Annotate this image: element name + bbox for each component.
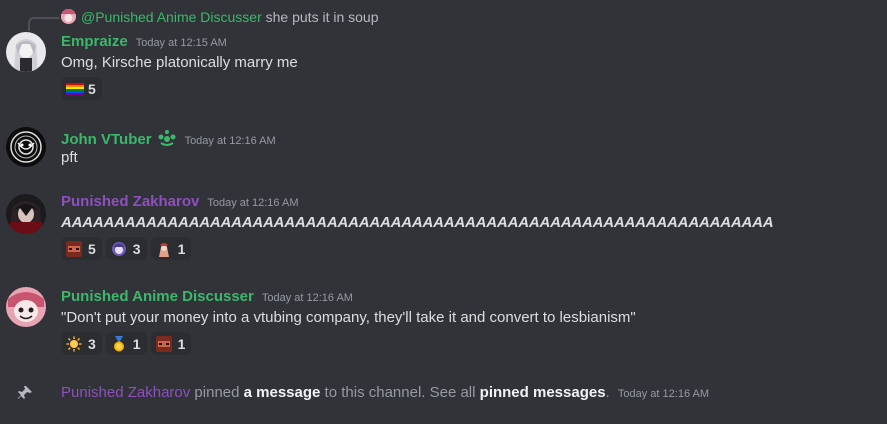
reaction-count: 1 <box>177 335 186 352</box>
timestamp[interactable]: Today at 12:16 AM <box>262 292 353 304</box>
avatar[interactable] <box>6 32 46 72</box>
reaction-count: 5 <box>88 80 96 97</box>
reaction[interactable]: 1 <box>105 332 147 355</box>
reactions: 3 1 1 <box>61 332 192 355</box>
pinned-message-link[interactable]: a message <box>244 384 321 401</box>
message: Punished Zakharov Today at 12:16 AM AAAA… <box>0 190 887 262</box>
message: Punished Anime Discusser Today at 12:16 … <box>0 285 887 357</box>
reaction[interactable]: 5 <box>61 77 102 100</box>
custom-emoji-red-icon <box>66 240 82 257</box>
system-message-pinned: Punished Zakharov pinned a message to th… <box>0 380 887 404</box>
message-content: "Don't put your money into a vtubing com… <box>61 309 636 326</box>
reaction-count: 5 <box>88 240 96 257</box>
medal-icon <box>111 335 127 352</box>
reaction-count: 3 <box>88 335 96 352</box>
reply-text[interactable]: @Punished Anime Discusser she puts it in… <box>81 8 379 26</box>
author-name[interactable]: John VTuber <box>61 130 152 150</box>
pinned-messages-link[interactable]: pinned messages <box>480 384 606 401</box>
author-name[interactable]: Punished Anime Discusser <box>61 287 254 307</box>
reaction-count: 1 <box>132 335 141 352</box>
reaction[interactable]: 1 <box>150 332 192 355</box>
custom-emoji-red-icon <box>155 335 172 352</box>
message-content: pft <box>61 149 78 166</box>
reply-reference[interactable]: @Punished Anime Discusser she puts it in… <box>0 0 887 34</box>
reply-spine <box>28 17 59 31</box>
reaction[interactable]: 3 <box>105 237 147 260</box>
message-header: Punished Anime Discusser Today at 12:16 … <box>61 287 353 307</box>
pin-text-1: pinned <box>194 384 240 401</box>
message-content: Omg, Kirsche platonically marry me <box>61 54 298 71</box>
message: Empraize Today at 12:15 AM Omg, Kirsche … <box>0 30 887 102</box>
rainbow-flag-icon <box>66 81 84 97</box>
sun-icon <box>66 336 82 352</box>
reactions: 5 <box>61 77 102 100</box>
reply-content: she puts it in soup <box>265 9 379 25</box>
reaction[interactable]: 3 <box>61 332 102 355</box>
message: John VTuber Today at 12:16 AM pft <box>0 124 887 174</box>
timestamp[interactable]: Today at 12:16 AM <box>207 197 298 209</box>
reply-avatar[interactable] <box>61 9 76 24</box>
pin-text-2: to this channel. See all <box>324 384 476 401</box>
pin-text: Punished Zakharov pinned a message to th… <box>61 383 709 404</box>
reaction-count: 1 <box>177 240 186 257</box>
reply-author[interactable]: @Punished Anime Discusser <box>81 9 262 25</box>
avatar[interactable] <box>6 127 46 167</box>
author-name[interactable]: Punished Zakharov <box>61 192 199 212</box>
timestamp[interactable]: Today at 12:15 AM <box>136 37 227 49</box>
message-header: John VTuber Today at 12:16 AM <box>61 126 276 150</box>
reaction-count: 3 <box>132 240 141 257</box>
reactions: 5 3 1 <box>61 237 192 260</box>
reaction[interactable]: 5 <box>61 237 102 260</box>
author-name[interactable]: Empraize <box>61 32 128 52</box>
sprout-badge-icon[interactable] <box>157 129 177 147</box>
pin-text-3: . <box>605 384 610 401</box>
timestamp[interactable]: Today at 12:16 AM <box>618 388 709 400</box>
message-content: AAAAAAAAAAAAAAAAAAAAAAAAAAAAAAAAAAAAAAAA… <box>61 214 774 231</box>
message-header: Empraize Today at 12:15 AM <box>61 32 227 52</box>
pin-icon <box>16 384 34 402</box>
chat-messages: @Punished Anime Discusser she puts it in… <box>0 0 887 424</box>
custom-emoji-pink-icon <box>155 240 172 257</box>
message-header: Punished Zakharov Today at 12:16 AM <box>61 192 299 212</box>
timestamp[interactable]: Today at 12:16 AM <box>185 135 276 147</box>
avatar[interactable] <box>6 194 46 234</box>
avatar[interactable] <box>6 287 46 327</box>
reaction[interactable]: 1 <box>150 237 192 260</box>
custom-emoji-purple-icon <box>110 240 127 257</box>
pin-author[interactable]: Punished Zakharov <box>61 384 190 401</box>
